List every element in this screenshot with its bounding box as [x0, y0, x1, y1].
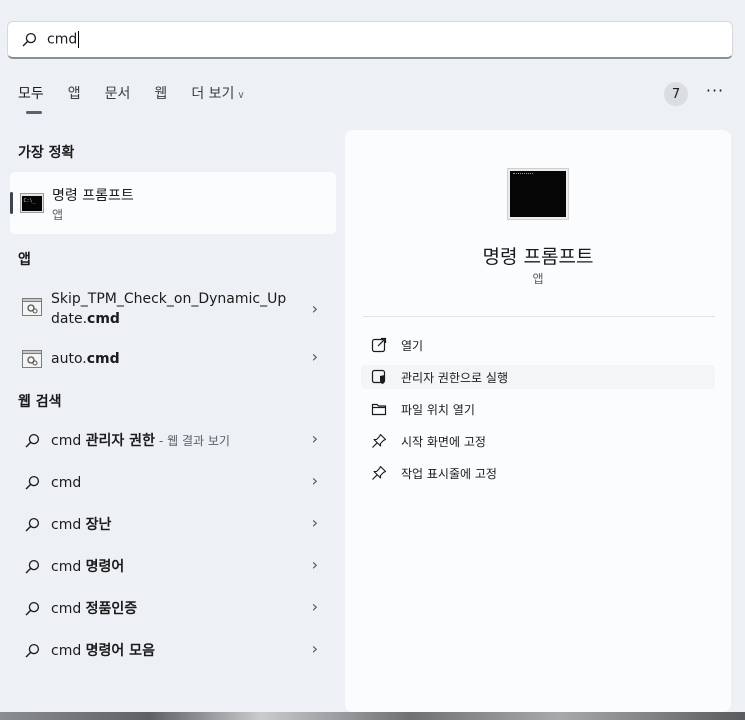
section-web-search: 웹 검색 [18, 394, 62, 410]
tab-all[interactable]: 모두 [18, 84, 44, 114]
tab-apps[interactable]: 앱 [68, 84, 81, 106]
command-prompt-icon [507, 168, 569, 220]
divider [363, 316, 715, 317]
app-result-auto-cmd[interactable]: auto.cmd › [10, 346, 336, 372]
filter-tabs: 모두 앱 문서 웹 더 보기 ∨ [18, 84, 269, 114]
app-result-label: auto.cmd [51, 351, 120, 367]
script-file-icon [22, 298, 42, 316]
chevron-right-icon: › [311, 299, 318, 318]
result-count-badge[interactable]: 7 [664, 82, 688, 106]
web-result-label: cmd 정품인증 [51, 601, 138, 617]
start-search-panel: cmd 모두 앱 문서 웹 더 보기 ∨ 7 ··· 가장 정확 C:\_ 명령 … [0, 0, 745, 712]
chevron-right-icon: › [311, 347, 318, 366]
web-result[interactable]: cmd 관리자 권한 - 웹 결과 보기 › [10, 429, 336, 453]
section-apps: 앱 [18, 252, 31, 268]
desktop-background-strip [0, 712, 745, 720]
tab-documents[interactable]: 문서 [105, 84, 131, 106]
search-icon [25, 517, 40, 532]
pin-icon [372, 465, 387, 480]
action-run-as-admin[interactable]: 관리자 권한으로 실행 [361, 365, 715, 389]
best-match-result[interactable]: C:\_ 명령 프롬프트 앱 [10, 172, 336, 234]
action-label: 작업 표시줄에 고정 [401, 466, 497, 481]
search-icon [22, 32, 37, 47]
web-result-label: cmd 관리자 권한 - 웹 결과 보기 [51, 433, 230, 449]
chevron-right-icon: › [311, 471, 318, 490]
search-icon [25, 643, 40, 658]
web-result-label: cmd 장난 [51, 517, 112, 533]
search-icon [25, 433, 40, 448]
detail-subtitle: 앱 [532, 272, 544, 286]
detail-pane: 명령 프롬프트 앱 열기 관리자 권한으로 실행 파일 위치 열기 시작 화면에… [345, 130, 731, 712]
svg-text:C:\_: C:\_ [24, 198, 37, 204]
best-match-subtitle: 앱 [52, 208, 64, 222]
chevron-right-icon: › [311, 555, 318, 574]
web-result[interactable]: cmd › [10, 471, 336, 495]
open-external-icon [371, 337, 387, 353]
chevron-right-icon: › [311, 597, 318, 616]
command-prompt-icon: C:\_ [20, 193, 44, 213]
action-open-file-location[interactable]: 파일 위치 열기 [371, 397, 475, 421]
action-label: 관리자 권한으로 실행 [401, 370, 508, 385]
folder-icon [371, 403, 387, 416]
admin-shield-icon [371, 369, 386, 384]
action-label: 시작 화면에 고정 [401, 434, 486, 449]
web-result[interactable]: cmd 명령어 모음 › [10, 639, 336, 663]
chevron-right-icon: › [311, 639, 318, 658]
pin-icon [372, 433, 387, 448]
action-label: 파일 위치 열기 [401, 402, 475, 417]
detail-title: 명령 프롬프트 [482, 246, 594, 268]
more-options-button[interactable]: ··· [704, 82, 726, 104]
web-result[interactable]: cmd 장난 › [10, 513, 336, 537]
search-box[interactable]: cmd [7, 21, 733, 59]
web-result-label: cmd 명령어 모음 [51, 643, 155, 659]
chevron-right-icon: › [311, 429, 318, 448]
section-best-match: 가장 정확 [18, 145, 75, 161]
tab-more[interactable]: 더 보기 ∨ [191, 84, 244, 106]
web-result[interactable]: cmd 명령어 › [10, 555, 336, 579]
action-pin-to-taskbar[interactable]: 작업 표시줄에 고정 [371, 461, 497, 485]
script-file-icon [22, 350, 42, 368]
action-pin-to-start[interactable]: 시작 화면에 고정 [371, 429, 486, 453]
search-icon [25, 475, 40, 490]
app-result-skip-tpm[interactable]: Skip_TPM_Check_on_Dynamic_Up date.cmd › [10, 286, 336, 332]
search-icon [25, 601, 40, 616]
chevron-down-icon: ∨ [237, 90, 245, 101]
web-result-label: cmd 명령어 [51, 559, 125, 575]
text-caret [78, 31, 80, 48]
search-input[interactable]: cmd [47, 31, 80, 48]
app-result-label: Skip_TPM_Check_on_Dynamic_Up date.cmd [51, 291, 287, 327]
chevron-right-icon: › [311, 513, 318, 532]
web-result[interactable]: cmd 정품인증 › [10, 597, 336, 621]
web-result-label: cmd [51, 475, 82, 491]
search-icon [25, 559, 40, 574]
action-open[interactable]: 열기 [371, 333, 423, 357]
action-label: 열기 [401, 338, 424, 353]
best-match-title: 명령 프롬프트 [52, 188, 134, 204]
selection-indicator [10, 192, 13, 214]
tab-web[interactable]: 웹 [154, 84, 167, 106]
tab-more-label: 더 보기 [191, 86, 235, 102]
